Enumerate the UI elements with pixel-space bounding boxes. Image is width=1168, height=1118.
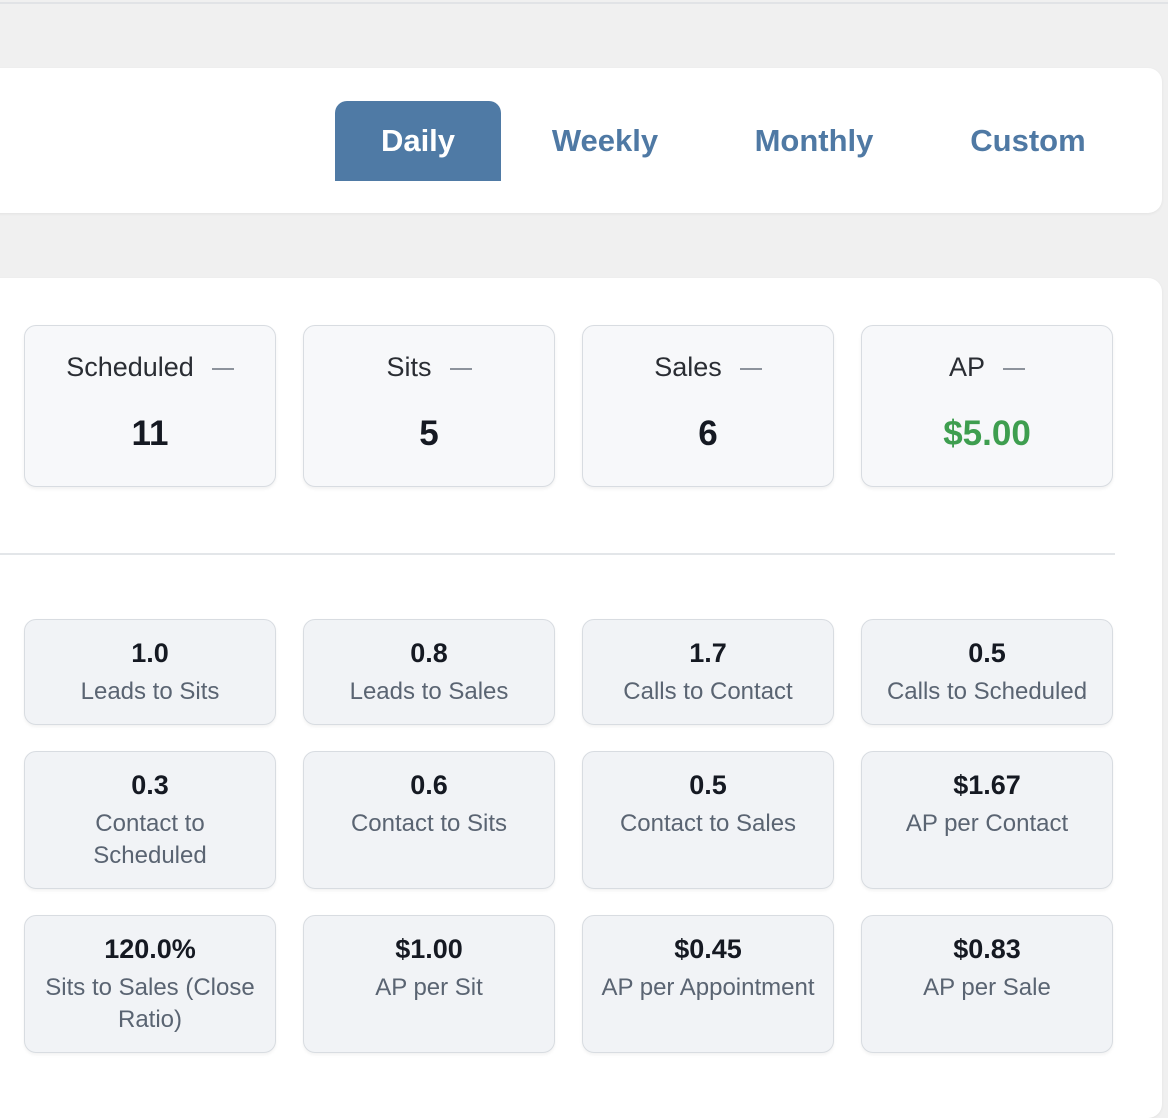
tab-custom[interactable]: Custom <box>950 101 1106 181</box>
tab-weekly[interactable]: Weekly <box>525 101 685 181</box>
metric-card: 1.0 Leads to Sits <box>24 619 276 725</box>
metric-label: Calls to Contact <box>623 678 793 705</box>
metric-value: $0.45 <box>674 934 742 964</box>
metric-card: 0.3 Contact to Scheduled <box>24 751 276 889</box>
metric-card: 0.6 Contact to Sits <box>303 751 555 889</box>
top-border <box>0 2 1168 4</box>
metric-label: AP per Appointment <box>601 974 815 1001</box>
metric-label: AP per Sit <box>375 974 483 1001</box>
stat-label: Sales <box>654 352 722 382</box>
metric-card: $1.00 AP per Sit <box>303 915 555 1053</box>
metric-label: Leads to Sits <box>80 678 220 705</box>
metric-label: AP per Contact <box>905 810 1069 837</box>
metric-value: 0.5 <box>968 638 1006 668</box>
minus-icon <box>739 367 762 370</box>
metric-label: Sits to Sales (Close Ratio) <box>45 974 255 1033</box>
metric-card: 0.5 Calls to Scheduled <box>861 619 1113 725</box>
stat-card-scheduled: Scheduled 11 <box>24 325 276 487</box>
stat-card-sales: Sales 6 <box>582 325 834 487</box>
metric-card: $0.83 AP per Sale <box>861 915 1113 1053</box>
stat-label: AP <box>948 352 986 382</box>
metric-value: 0.5 <box>689 770 727 800</box>
stat-label: Scheduled <box>66 352 194 382</box>
metric-value: 0.8 <box>410 638 448 668</box>
metric-value: 1.0 <box>131 638 169 668</box>
tab-daily[interactable]: Daily <box>335 101 501 181</box>
metric-value: 0.3 <box>131 770 169 800</box>
metric-label: Contact to Scheduled <box>93 810 207 869</box>
section-divider <box>0 553 1115 555</box>
metric-value: 1.7 <box>689 638 727 668</box>
stat-card-sits: Sits 5 <box>303 325 555 487</box>
stat-value: $5.00 <box>943 414 1031 453</box>
metric-value: $0.83 <box>953 934 1021 964</box>
metric-label: AP per Sale <box>923 974 1051 1001</box>
minus-icon <box>1003 367 1026 370</box>
stat-value: 5 <box>419 414 439 453</box>
metric-label: Leads to Sales <box>349 678 509 705</box>
stat-card-ap: AP $5.00 <box>861 325 1113 487</box>
metric-value: $1.67 <box>953 770 1021 800</box>
stat-value: 11 <box>131 414 169 453</box>
metric-label: Contact to Sits <box>350 810 508 837</box>
tab-monthly[interactable]: Monthly <box>735 101 893 181</box>
stat-label: Sits <box>386 352 432 382</box>
metric-card: $0.45 AP per Appointment <box>582 915 834 1053</box>
metric-label: Contact to Sales <box>619 810 797 837</box>
metric-card: 120.0% Sits to Sales (Close Ratio) <box>24 915 276 1053</box>
metric-card: 1.7 Calls to Contact <box>582 619 834 725</box>
metric-value: 120.0% <box>104 934 196 964</box>
metric-value: $1.00 <box>395 934 463 964</box>
minus-icon <box>211 367 234 370</box>
minus-icon <box>449 367 472 370</box>
metric-card: 0.8 Leads to Sales <box>303 619 555 725</box>
metric-card: $1.67 AP per Contact <box>861 751 1113 889</box>
metric-value: 0.6 <box>410 770 448 800</box>
metric-label: Calls to Scheduled <box>886 678 1088 705</box>
stat-value: 6 <box>698 414 718 453</box>
metric-card: 0.5 Contact to Sales <box>582 751 834 889</box>
